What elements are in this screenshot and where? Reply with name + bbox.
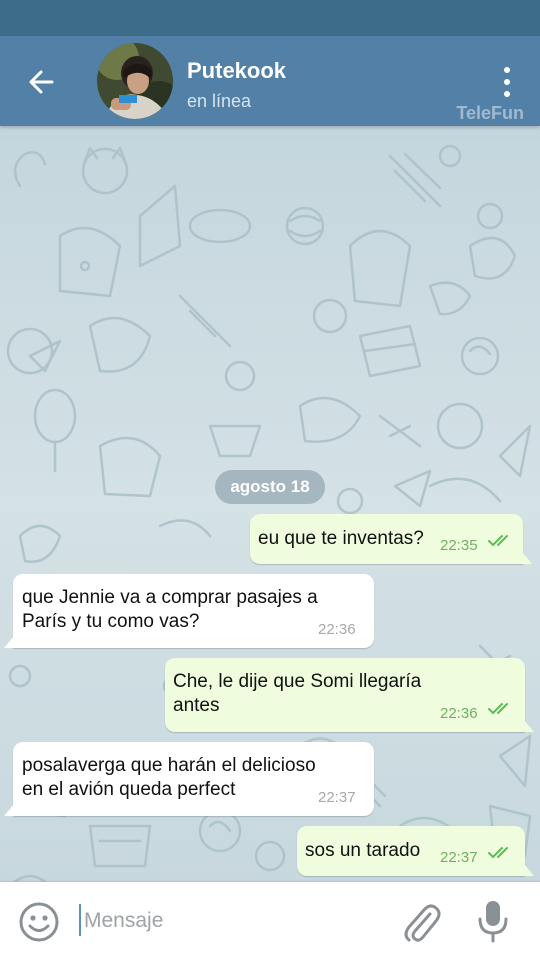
message-bubble-outgoing[interactable]: eu que te inventas? 22:35 — [250, 514, 532, 564]
contact-status: en línea — [187, 91, 252, 111]
menu-button[interactable] — [494, 64, 520, 100]
message-composer — [0, 882, 540, 960]
avatar[interactable] — [97, 43, 173, 119]
message-time: 22:36 — [318, 621, 356, 638]
emoji-button[interactable] — [18, 901, 60, 943]
contact-name[interactable]: Putekook — [187, 58, 286, 84]
message-time: 22:36 — [440, 705, 478, 722]
arrow-left-icon — [29, 70, 54, 94]
more-vertical-icon — [504, 67, 510, 73]
chat-header: Putekook en línea TeleFun — [0, 36, 540, 126]
microphone-icon — [478, 901, 508, 943]
message-text-line: París y tu como vas? — [22, 611, 200, 632]
double-check-icon — [488, 847, 508, 858]
watermark: TeleFun — [456, 103, 524, 123]
mic-button[interactable] — [474, 898, 512, 944]
text-cursor — [79, 904, 81, 936]
paperclip-icon — [404, 904, 441, 942]
message-bubble-incoming[interactable]: posalaverga que harán el delicioso en el… — [4, 742, 374, 816]
double-check-icon — [488, 535, 508, 546]
message-text-line: posalaverga que harán el delicioso — [22, 755, 316, 776]
message-time: 22:37 — [318, 789, 356, 806]
message-text-line: en el avión queda perfect — [22, 779, 236, 800]
message-text: sos un tarado — [305, 840, 421, 861]
status-bar — [0, 0, 540, 36]
message-bubble-outgoing[interactable]: sos un tarado 22:37 — [297, 826, 534, 876]
smiley-icon — [19, 902, 59, 942]
double-check-icon — [488, 703, 508, 714]
message-bubble-incoming[interactable]: que Jennie va a comprar pasajes a París … — [4, 574, 374, 648]
message-text: eu que te inventas? — [258, 528, 424, 549]
message-text-line: Che, le dije que Somi llegaría — [173, 671, 422, 692]
date-divider: agosto 18 — [215, 470, 325, 504]
message-bubble-outgoing[interactable]: Che, le dije que Somi llegaría antes 22:… — [165, 658, 534, 732]
message-text-line: que Jennie va a comprar pasajes a — [22, 587, 318, 608]
message-text-line: antes — [173, 695, 220, 716]
attach-button[interactable] — [400, 900, 442, 944]
message-input[interactable] — [82, 902, 386, 940]
chat-area[interactable]: agosto 18 eu que te inventas? 22:35 que … — [0, 126, 540, 882]
message-time: 22:35 — [440, 537, 478, 554]
message-time: 22:37 — [440, 849, 478, 866]
back-button[interactable] — [22, 63, 60, 101]
